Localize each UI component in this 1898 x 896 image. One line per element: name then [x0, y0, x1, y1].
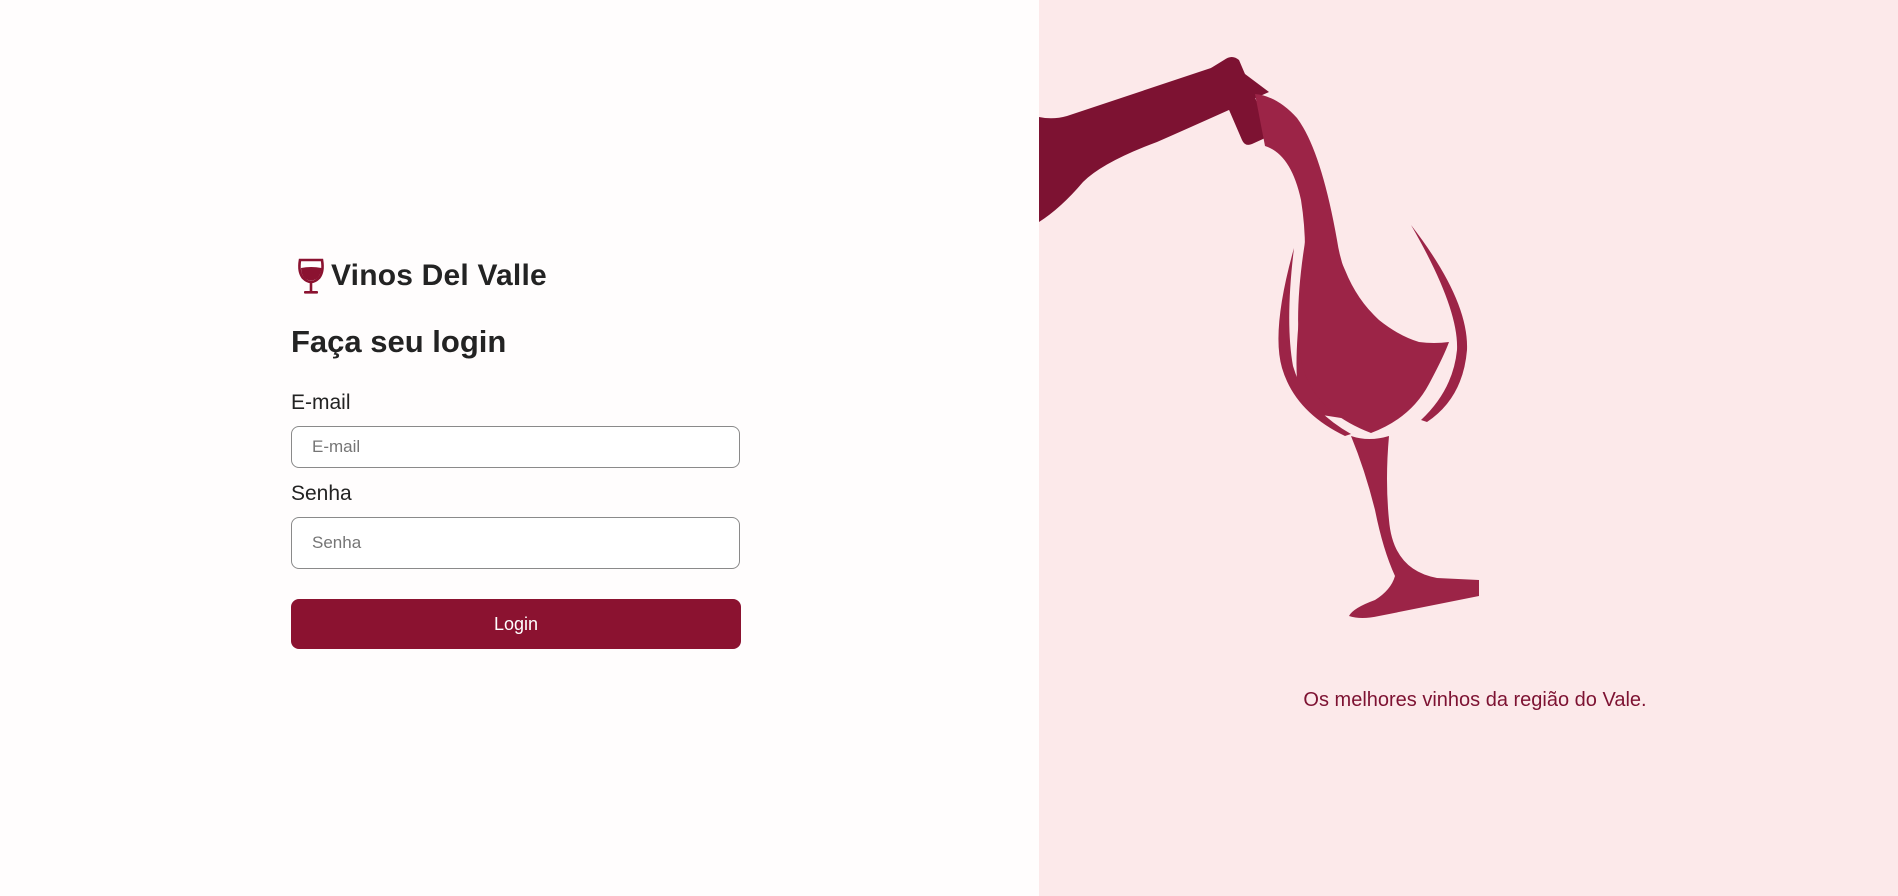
- brand-logo: Vinos Del Valle: [295, 255, 547, 297]
- password-label: Senha: [291, 482, 352, 505]
- email-field[interactable]: [291, 426, 740, 468]
- wine-bottle-pouring-into-glass-icon: [1039, 50, 1479, 620]
- email-label: E-mail: [291, 391, 351, 414]
- wine-glass-icon: [295, 256, 327, 296]
- login-button[interactable]: Login: [291, 599, 741, 649]
- login-panel: Vinos Del Valle Faça seu login E-mail Se…: [0, 0, 1039, 896]
- brand-name: Vinos Del Valle: [331, 259, 547, 292]
- password-field[interactable]: [291, 517, 740, 569]
- page-title: Faça seu login: [291, 324, 507, 359]
- login-page: Vinos Del Valle Faça seu login E-mail Se…: [0, 0, 1898, 896]
- hero-tagline: Os melhores vinhos da região do Vale.: [1303, 689, 1647, 711]
